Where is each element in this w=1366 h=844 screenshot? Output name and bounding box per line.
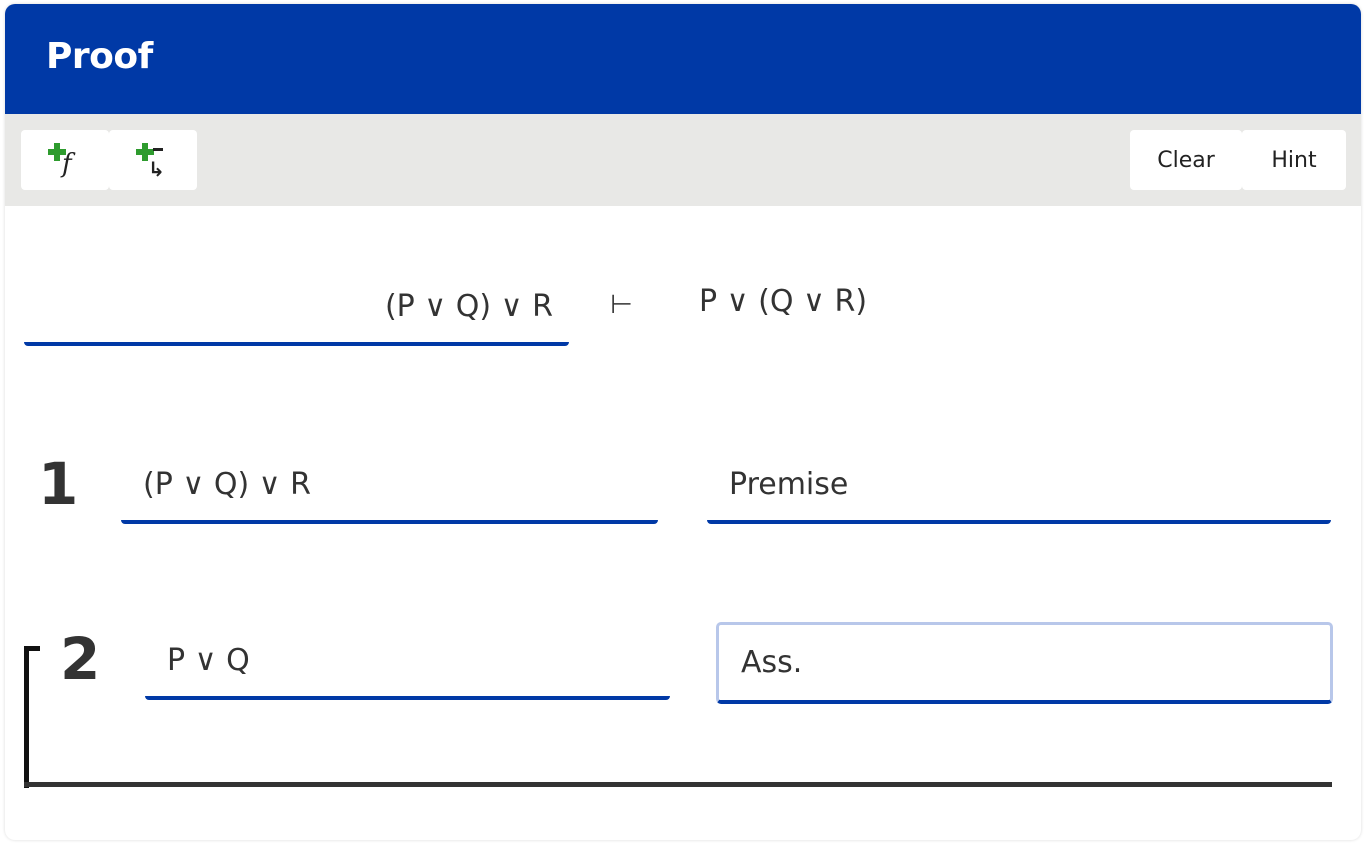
subproof-bracket (24, 646, 29, 788)
subproof-end-line (24, 782, 1332, 787)
toolbar: f ↳ Clear Hint (5, 114, 1361, 206)
proof-panel: Proof f ↳ Clear Hint (5, 4, 1361, 840)
add-subproof-icon: ↳ (136, 143, 170, 181)
hint-button[interactable]: Hint (1242, 130, 1346, 190)
line-number: 2 (60, 625, 101, 693)
add-line-button[interactable]: f (21, 130, 109, 190)
clear-button[interactable]: Clear (1130, 130, 1242, 190)
add-subproof-button[interactable]: ↳ (109, 130, 197, 190)
add-formula-icon: f (48, 143, 82, 179)
justification-input-focused[interactable]: Ass. (716, 622, 1333, 704)
justification-input[interactable]: Premise (707, 448, 1331, 524)
panel-title: Proof (46, 36, 153, 77)
panel-header: Proof (5, 4, 1361, 114)
line-number: 1 (38, 450, 79, 518)
conclusion-text: P ∨ (Q ∨ R) (699, 284, 868, 319)
formula-input[interactable]: (P ∨ Q) ∨ R (121, 448, 658, 524)
premises-field[interactable]: (P ∨ Q) ∨ R (24, 270, 569, 346)
turnstile-symbol: ⊢ (610, 290, 633, 320)
formula-input[interactable]: P ∨ Q (145, 624, 670, 700)
